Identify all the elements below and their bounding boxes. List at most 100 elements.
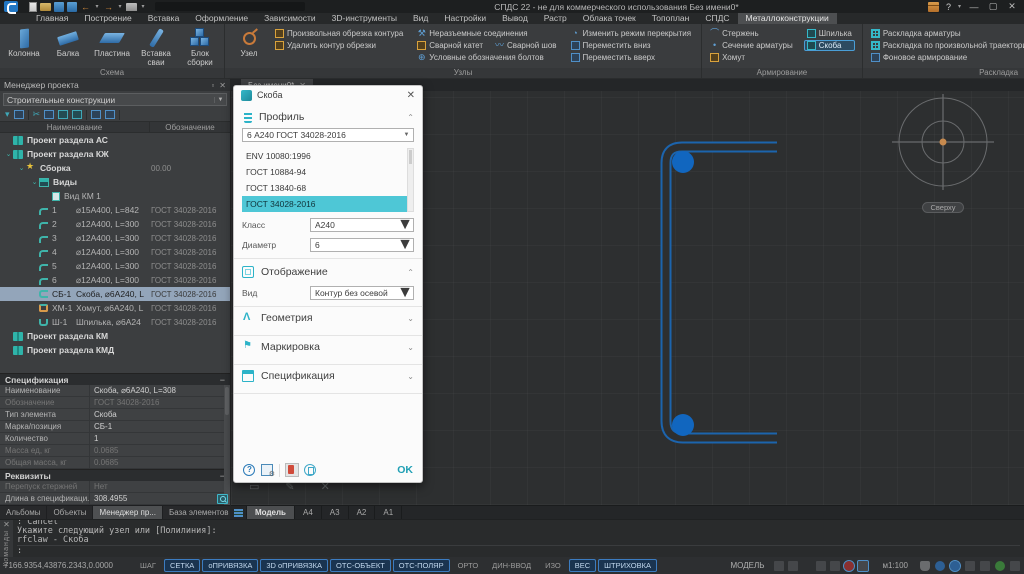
layout-tab-2[interactable]: A3 xyxy=(322,506,349,519)
tree-row-2[interactable]: ⌄Сборка00.00 xyxy=(0,161,230,175)
property-row-4[interactable]: Марка/позицияСБ-1 xyxy=(0,421,230,433)
command-input[interactable]: : xyxy=(17,545,1020,556)
ribbon-tab-2[interactable]: Вставка xyxy=(140,13,188,24)
help-menu-icon[interactable]: ? xyxy=(946,2,951,12)
dock-tab-0[interactable]: Альбомы xyxy=(0,506,47,519)
property-section-header[interactable]: Реквизиты− xyxy=(0,469,230,481)
ribbon-button-pin[interactable]: Шпилька xyxy=(804,28,855,39)
status-toggle-ШАГ[interactable]: ШАГ xyxy=(134,559,162,572)
ribbon-button-rebar-layout[interactable]: Раскладка арматуры xyxy=(868,28,1024,39)
insert-mode-icon[interactable] xyxy=(286,464,298,476)
undo-dropdown-icon[interactable]: ▾ xyxy=(94,2,100,12)
tree-row-13[interactable]: Ш-1Шпилька, ⌀6А24ГОСТ 34028-2016 xyxy=(0,315,230,329)
column-name[interactable]: Наименование xyxy=(0,122,150,132)
ribbon-button-assembly-block[interactable]: Блок сборки xyxy=(179,26,221,67)
command-close-icon[interactable]: ✕ xyxy=(3,520,10,530)
layout-tab-3[interactable]: A2 xyxy=(349,506,376,519)
status-toggle-ВЕС[interactable]: ВЕС xyxy=(569,559,596,572)
tree-row-6[interactable]: 2⌀12А400, L=300ГОСТ 34028-2016 xyxy=(0,217,230,231)
status-toggle-ОРТО[interactable]: ОРТО xyxy=(452,559,485,572)
open-file-icon[interactable] xyxy=(40,3,51,11)
link-icon[interactable] xyxy=(44,110,54,119)
cut-icon[interactable]: ✂ xyxy=(33,110,41,119)
ribbon-button-weld-seam[interactable]: 〰Сварной шов xyxy=(492,40,560,51)
tree-row-9[interactable]: 5⌀12А400, L=300ГОСТ 34028-2016 xyxy=(0,259,230,273)
diameter-select[interactable]: 6 ▼ xyxy=(310,238,414,252)
copy-icon[interactable] xyxy=(58,110,68,119)
zoom-object-icon[interactable] xyxy=(965,561,975,571)
command-history[interactable]: Укажите направление анкеров:: CancelУкаж… xyxy=(13,520,1024,557)
property-row-2[interactable]: ОбозначениеГОСТ 34028-2016 xyxy=(0,397,230,409)
ribbon-button-bolt-symbols[interactable]: ⊕Условные обозначения болтов xyxy=(414,52,546,63)
property-row-1[interactable]: НаименованиеСкоба, ⌀6А240, L=308 xyxy=(0,385,230,397)
layout-tab-1[interactable]: A4 xyxy=(295,506,322,519)
export-icon[interactable] xyxy=(14,110,24,119)
dialog-settings-icon[interactable] xyxy=(261,464,273,476)
redo-dropdown-icon[interactable]: ▾ xyxy=(117,2,123,12)
ribbon-button-move-up[interactable]: Переместить вверх xyxy=(568,52,695,63)
ribbon-button-overlap-mode[interactable]: ◔Изменить режим перекрытия xyxy=(568,28,695,39)
ribbon-tab-13[interactable]: Металлоконструкции xyxy=(738,13,837,24)
tree-row-0[interactable]: Проект раздела АС xyxy=(0,133,230,147)
property-row-6[interactable]: Масса ед, кг0.0685 xyxy=(0,445,230,457)
pin-icon[interactable]: ▫ xyxy=(211,81,214,90)
ribbon-tab-11[interactable]: Топоплан xyxy=(644,13,698,24)
save-as-icon[interactable] xyxy=(67,2,77,12)
list-scrollbar[interactable] xyxy=(407,148,414,212)
ribbon-button-trim-contour[interactable]: Произвольная обрезка контура xyxy=(272,28,406,39)
ribbon-tab-8[interactable]: Вывод xyxy=(494,13,536,24)
tree-row-5[interactable]: 1⌀15А400, L=842ГОСТ 34028-2016 xyxy=(0,203,230,217)
redo-icon[interactable]: → xyxy=(103,2,114,12)
ribbon-button-stirrup[interactable]: Хомут xyxy=(707,52,796,63)
ribbon-button-column[interactable]: Колонна xyxy=(3,26,45,59)
ribbon-button-node[interactable]: Узел xyxy=(228,26,270,59)
close-button[interactable]: ✕ xyxy=(1006,1,1018,12)
help-dropdown-icon[interactable]: ▾ xyxy=(958,3,961,10)
ribbon-button-rod[interactable]: ⌒Стержень xyxy=(707,28,796,39)
app-logo-icon[interactable] xyxy=(4,1,18,12)
ribbon-button-weld-joint[interactable]: ⚒Неразъемные соединения xyxy=(414,28,530,39)
quick-search-strip[interactable] xyxy=(155,2,305,11)
close-panel-icon[interactable]: ✕ xyxy=(219,81,226,90)
column-designation[interactable]: Обозначение xyxy=(150,122,230,132)
collapse-icon[interactable]: − xyxy=(220,375,225,385)
section-specification[interactable]: Спецификация⌄ xyxy=(242,365,414,387)
standard-item-2[interactable]: ГОСТ 13840-68 xyxy=(242,180,414,196)
property-row-3[interactable]: Тип элементаСкоба xyxy=(0,409,230,421)
status-toggle-ОТС-ОБЪЕКТ[interactable]: ОТС-ОБЪЕКТ xyxy=(330,559,391,572)
ribbon-button-beam[interactable]: Балка xyxy=(47,26,89,59)
fullscreen-icon[interactable] xyxy=(1010,561,1020,571)
ribbon-button-rebar-section[interactable]: •Сечение арматуры xyxy=(707,40,796,51)
dialog-close-icon[interactable]: ✕ xyxy=(407,90,415,101)
tree-row-1[interactable]: ⌄Проект раздела КЖ xyxy=(0,147,230,161)
edit-icon[interactable] xyxy=(91,110,101,119)
dialog-help-icon[interactable] xyxy=(243,464,255,476)
property-row-10[interactable]: Длина в спецификаци...308.4955 xyxy=(0,493,230,505)
undo-icon[interactable]: ← xyxy=(80,2,91,12)
properties-scrollbar[interactable] xyxy=(224,385,230,505)
ribbon-button-pile[interactable]: Вставка сваи xyxy=(135,26,177,67)
tree-row-4[interactable]: Вид КМ 1 xyxy=(0,189,230,203)
profile-select[interactable]: 6 А240 ГОСТ 34028-2016 ▼ xyxy=(242,128,414,142)
tree-row-7[interactable]: 3⌀12А400, L=300ГОСТ 34028-2016 xyxy=(0,231,230,245)
property-row-5[interactable]: Количество1 xyxy=(0,433,230,445)
view-select[interactable]: Контур без осевой ▼ xyxy=(310,286,414,300)
tree-row-15[interactable]: Проект раздела КМД xyxy=(0,343,230,357)
ribbon-button-weld-leg[interactable]: Сварной катет xyxy=(414,40,486,51)
paste-icon[interactable] xyxy=(72,110,82,119)
section-display[interactable]: Отображение ⌃ xyxy=(242,261,414,283)
class-select[interactable]: А240 ▼ xyxy=(310,218,414,232)
view-compass[interactable]: Сверху xyxy=(890,94,996,215)
pan-icon[interactable] xyxy=(920,561,930,571)
new-file-icon[interactable] xyxy=(29,2,37,12)
status-toggle-оПРИВЯЗКА[interactable]: оПРИВЯЗКА xyxy=(202,559,258,572)
dock-tab-2[interactable]: Менеджер пр... xyxy=(93,506,162,519)
status-toggle-СЕТКА[interactable]: СЕТКА xyxy=(164,559,200,572)
tree-row-10[interactable]: 6⌀12А400, L=300ГОСТ 34028-2016 xyxy=(0,273,230,287)
structure-type-select[interactable]: Строительные конструкции ▼ xyxy=(3,93,227,106)
standard-item-1[interactable]: ГОСТ 10884-94 xyxy=(242,164,414,180)
status-toggle-3D оПРИВЯЗКА[interactable]: 3D оПРИВЯЗКА xyxy=(260,559,328,572)
search-icon[interactable] xyxy=(217,494,228,504)
qat-customize-icon[interactable]: ▾ xyxy=(140,2,146,12)
ribbon-tab-1[interactable]: Построение xyxy=(76,13,139,24)
